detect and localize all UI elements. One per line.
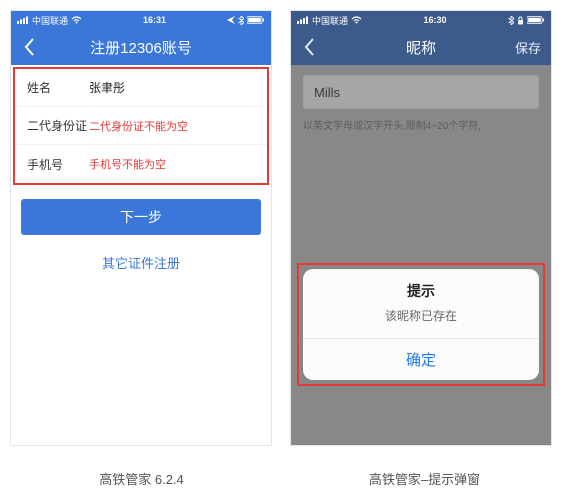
back-button[interactable] (295, 29, 323, 65)
alt-register-label: 其它证件注册 (102, 256, 180, 271)
nickname-hint: 以英文字母或汉字开头,限制4~20个字符, (303, 117, 539, 132)
dialog-message: 该昵称已存在 (303, 301, 539, 338)
dialog-title: 提示 (303, 269, 539, 301)
status-bar: 中国联通 16:30 (291, 11, 551, 29)
battery-icon (247, 16, 265, 24)
nav-title: 注册12306账号 (90, 37, 192, 58)
carrier-label: 中国联通 (32, 14, 68, 27)
alert-dialog: 提示 该昵称已存在 确定 (303, 269, 539, 380)
wifi-icon (71, 16, 82, 24)
nickname-input[interactable]: Mills (303, 75, 539, 109)
caption-left: 高铁管家 6.2.4 (0, 469, 283, 488)
captions: 高铁管家 6.2.4 高铁管家–提示弹窗 (0, 469, 566, 488)
phone-right: 中国联通 16:30 昵称 保存 Mills (290, 10, 552, 446)
back-button[interactable] (15, 29, 43, 65)
clock-label: 16:30 (423, 15, 446, 25)
battery-icon (527, 16, 545, 24)
id-error: 二代身份证不能为空 (89, 118, 188, 134)
next-button[interactable]: 下一步 (21, 199, 261, 235)
error-highlight-frame: 姓名 张聿彤 二代身份证 二代身份证不能为空 手机号 手机号不能为空 (13, 67, 269, 185)
caption-right: 高铁管家–提示弹窗 (283, 469, 566, 488)
name-label: 姓名 (27, 79, 89, 96)
dialog-confirm-label: 确定 (406, 352, 436, 369)
signal-icon (297, 16, 309, 24)
phone-label: 手机号 (27, 156, 89, 173)
next-button-label: 下一步 (120, 207, 162, 227)
location-icon (227, 16, 235, 24)
row-name[interactable]: 姓名 张聿彤 (15, 69, 267, 107)
signal-icon (17, 16, 29, 24)
carrier-label: 中国联通 (312, 14, 348, 27)
alt-register-link[interactable]: 其它证件注册 (11, 253, 271, 272)
nickname-value: Mills (314, 85, 340, 100)
row-id[interactable]: 二代身份证 二代身份证不能为空 (15, 107, 267, 145)
form: 姓名 张聿彤 二代身份证 二代身份证不能为空 手机号 手机号不能为空 (15, 69, 267, 183)
save-button[interactable]: 保存 (515, 29, 541, 65)
id-label: 二代身份证 (27, 117, 89, 134)
name-value: 张聿彤 (89, 79, 125, 96)
save-label: 保存 (515, 38, 541, 57)
status-bar: 中国联通 16:31 (11, 11, 271, 29)
bluetooth-icon (238, 16, 244, 25)
phone-error: 手机号不能为空 (89, 156, 166, 172)
row-phone[interactable]: 手机号 手机号不能为空 (15, 145, 267, 183)
dialog-confirm-button[interactable]: 确定 (303, 339, 539, 380)
wifi-icon (351, 16, 362, 24)
dialog-highlight-frame: 提示 该昵称已存在 确定 (297, 263, 545, 386)
bluetooth-icon (508, 16, 514, 25)
clock-label: 16:31 (143, 15, 166, 25)
nav-bar: 昵称 保存 (291, 29, 551, 65)
lock-icon (517, 16, 524, 25)
nav-title: 昵称 (406, 37, 436, 58)
nav-bar: 注册12306账号 (11, 29, 271, 65)
phone-left: 中国联通 16:31 注册12306账号 姓名 张聿彤 (10, 10, 272, 446)
